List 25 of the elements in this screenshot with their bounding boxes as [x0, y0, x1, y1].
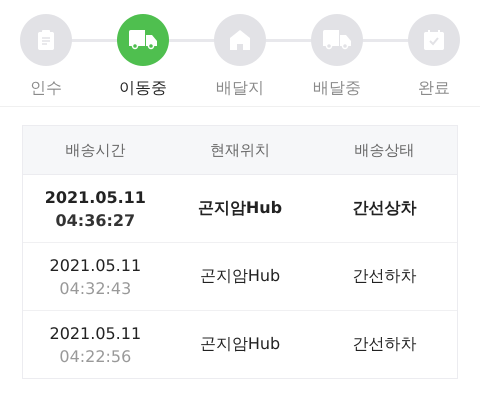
time-text: 04:32:43 — [59, 278, 132, 300]
clipboard-icon — [37, 30, 55, 50]
status-cell-text: 간선상차 — [352, 198, 418, 219]
date-text: 2021.05.11 — [50, 254, 142, 276]
step-label: 배달지 — [216, 78, 264, 99]
step-label: 배달중 — [313, 78, 361, 99]
truck-icon — [323, 30, 351, 50]
truck-icon — [129, 30, 157, 50]
house-icon — [230, 30, 250, 50]
step-label: 이동중 — [119, 78, 167, 99]
time-text: 04:22:56 — [59, 346, 132, 368]
column-header: 현재위치 — [208, 140, 271, 160]
location-cell-text: 곤지암Hub — [198, 334, 282, 355]
column-header: 배송시간 — [64, 140, 126, 160]
status-cell-text: 간선하차 — [352, 334, 418, 355]
location-cell-text: 곤지암Hub — [196, 198, 284, 219]
column-header: 배송상태 — [354, 140, 416, 160]
step-label: 완료 — [418, 78, 450, 99]
calendar-check-icon — [424, 30, 444, 50]
status-cell-text: 간선하차 — [352, 266, 418, 287]
date-text: 2021.05.11 — [50, 322, 142, 344]
location-cell-text: 곤지암Hub — [198, 266, 282, 287]
step-label: 인수 — [30, 78, 62, 99]
time-text: 04:36:27 — [56, 210, 136, 232]
date-text: 2021.05.11 — [44, 186, 146, 208]
